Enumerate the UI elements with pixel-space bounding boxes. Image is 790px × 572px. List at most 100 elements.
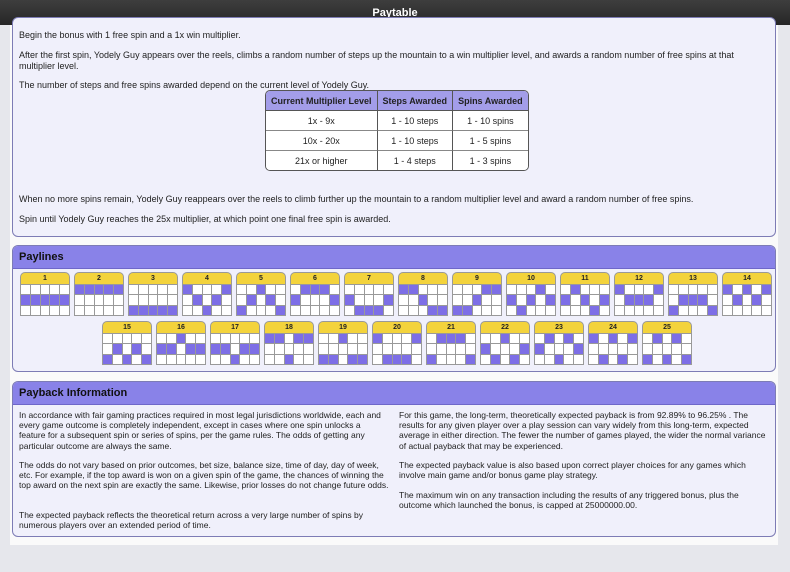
payline-cell <box>211 334 220 344</box>
payline-cell <box>338 344 348 354</box>
payline-cell <box>427 344 436 354</box>
paytable-content[interactable]: Begin the bonus with 1 free spin and a 1… <box>10 17 778 545</box>
payline-cell <box>598 344 608 354</box>
payline-cell <box>546 285 555 295</box>
payline-cell <box>482 305 492 315</box>
payline-cell <box>446 334 456 344</box>
payline-cell <box>752 295 762 305</box>
payline-cell <box>21 305 30 315</box>
payline-pattern <box>128 285 178 316</box>
payline-cell <box>142 354 151 364</box>
payline-15: 15 <box>102 321 152 365</box>
payline-cell <box>462 285 472 295</box>
payline-cell <box>732 285 742 295</box>
payline-cell <box>129 285 138 295</box>
payline-cell <box>60 295 69 305</box>
payline-cell <box>132 354 142 364</box>
payline-cell <box>222 305 231 315</box>
payline-cell <box>688 305 698 315</box>
payline-pattern <box>722 285 772 316</box>
payline-cell <box>166 334 176 344</box>
payline-cell <box>319 354 328 364</box>
payline-number: 24 <box>588 321 638 334</box>
payline-cell <box>230 344 240 354</box>
payline-cell <box>148 295 158 305</box>
payline-cell <box>304 344 313 354</box>
payline-cell <box>310 285 320 295</box>
payline-pattern <box>642 334 692 365</box>
table-cell: 1 - 4 steps <box>377 151 454 170</box>
payline-cell <box>608 354 618 364</box>
payline-cell <box>669 305 678 315</box>
payline-cell <box>112 354 122 364</box>
table-cell: 1 - 10 spins <box>453 111 528 131</box>
payline-cell <box>192 285 202 295</box>
payline-cell <box>30 285 40 295</box>
payline-cell <box>628 354 637 364</box>
payline-cell <box>634 295 644 305</box>
payline-cell <box>157 354 166 364</box>
payline-23: 23 <box>534 321 584 365</box>
payline-cell <box>654 305 663 315</box>
payline-pattern <box>344 285 394 316</box>
payline-cell <box>75 295 84 305</box>
payline-cell <box>762 295 771 305</box>
payline-cell <box>168 305 177 315</box>
payline-pattern <box>264 334 314 365</box>
payline-13: 13 <box>668 272 718 316</box>
payline-cell <box>129 295 138 305</box>
payline-cell <box>554 354 564 364</box>
payline-cell <box>148 305 158 315</box>
payline-cell <box>644 295 654 305</box>
payline-cell <box>358 344 367 354</box>
payline-cell <box>384 305 393 315</box>
paylines-panel: Paylines 1 2 3 4 5 6 7 8 9 10 11 12 13 14 15 16 17 18 19 20… <box>12 245 776 372</box>
paylines-heading: Paylines <box>13 246 775 269</box>
payline-cell <box>338 354 348 364</box>
payline-cell <box>230 354 240 364</box>
payline-pattern <box>506 285 556 316</box>
payline-cell <box>240 354 250 364</box>
payline-number: 3 <box>128 272 178 285</box>
payline-cell <box>624 295 634 305</box>
payline-cell <box>240 344 250 354</box>
payline-pattern <box>560 285 610 316</box>
payline-cell <box>266 305 276 315</box>
payline-cell <box>382 334 392 344</box>
bonus-paragraph: When no more spins remain, Yodely Guy re… <box>19 194 694 204</box>
payline-cell <box>237 285 246 295</box>
payline-cell <box>358 354 367 364</box>
payline-cell <box>481 354 490 364</box>
payline-cell <box>492 305 501 315</box>
payline-cell <box>40 295 50 305</box>
payline-cell <box>752 305 762 315</box>
payline-cell <box>84 305 94 315</box>
payline-number: 4 <box>182 272 232 285</box>
payline-cell <box>202 285 212 295</box>
payline-pattern <box>20 285 70 316</box>
payline-cell <box>320 285 330 295</box>
payline-cell <box>490 344 500 354</box>
payline-cell <box>276 285 285 295</box>
payline-cell <box>374 295 384 305</box>
payline-cell <box>166 344 176 354</box>
payline-cell <box>688 285 698 295</box>
payline-cell <box>462 305 472 315</box>
payline-cell <box>500 344 510 354</box>
table-cell: 1 - 10 steps <box>377 111 454 131</box>
payline-cell <box>222 295 231 305</box>
payline-number: 7 <box>344 272 394 285</box>
payline-cell <box>507 305 516 315</box>
payline-cell <box>320 305 330 315</box>
payline-cell <box>348 344 358 354</box>
payline-cell <box>250 354 259 364</box>
payline-cell <box>672 354 682 364</box>
payline-cell <box>196 354 205 364</box>
payline-cell <box>294 334 304 344</box>
payline-cell <box>472 305 482 315</box>
payline-cell <box>364 305 374 315</box>
payline-cell <box>678 305 688 315</box>
payline-cell <box>354 285 364 295</box>
payline-cell <box>50 305 60 315</box>
payline-cell <box>492 285 501 295</box>
